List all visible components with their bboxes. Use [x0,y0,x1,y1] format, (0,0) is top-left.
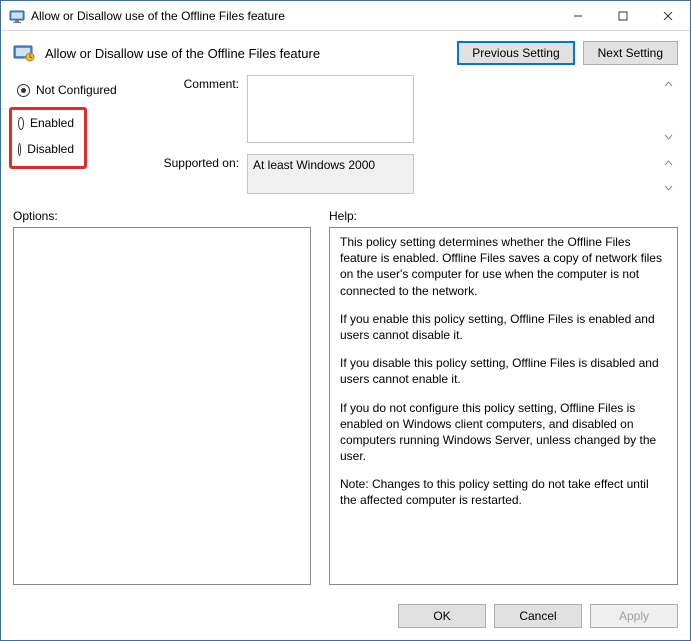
radio-enabled-label: Enabled [30,116,74,130]
policy-icon [13,42,35,64]
maximize-button[interactable] [600,1,645,30]
comment-label: Comment: [153,75,239,91]
next-setting-button[interactable]: Next Setting [583,41,678,65]
options-label: Options: [13,209,311,223]
radio-not-configured-input[interactable] [17,84,30,97]
chevron-down-icon [660,179,677,196]
help-paragraph: If you enable this policy setting, Offli… [340,311,667,343]
policy-title: Allow or Disallow use of the Offline Fil… [45,46,447,61]
close-button[interactable] [645,1,690,30]
highlight-box: Enabled Disabled [9,107,87,169]
help-paragraph: If you do not configure this policy sett… [340,400,667,465]
panels-row: This policy setting determines whether t… [1,227,690,595]
chevron-up-icon [660,76,677,93]
radio-disabled-input[interactable] [18,143,21,156]
cancel-button[interactable]: Cancel [494,604,582,628]
supported-label: Supported on: [153,154,239,170]
panel-labels: Options: Help: [1,197,690,227]
comment-field[interactable] [247,75,414,143]
window-title: Allow or Disallow use of the Offline Fil… [31,9,555,23]
dialog-window: Allow or Disallow use of the Offline Fil… [0,0,691,641]
minimize-button[interactable] [555,1,600,30]
previous-setting-button[interactable]: Previous Setting [457,41,574,65]
supported-field [247,154,414,194]
apply-button[interactable]: Apply [590,604,678,628]
radio-enabled[interactable]: Enabled [14,114,78,132]
header: Allow or Disallow use of the Offline Fil… [1,31,690,71]
titlebar: Allow or Disallow use of the Offline Fil… [1,1,690,31]
chevron-down-icon [660,128,677,145]
options-panel[interactable] [13,227,311,585]
fields-column: Comment: Supported on: [153,75,678,197]
radio-not-configured-label: Not Configured [36,83,117,97]
radio-disabled[interactable]: Disabled [14,140,78,158]
nav-buttons: Previous Setting Next Setting [457,41,678,65]
app-icon [9,8,25,24]
comment-row: Comment: [153,75,678,146]
radio-enabled-input[interactable] [18,117,24,130]
help-paragraph: Note: Changes to this policy setting do … [340,476,667,508]
help-panel[interactable]: This policy setting determines whether t… [329,227,678,585]
ok-button[interactable]: OK [398,604,486,628]
state-radio-group: Not Configured Enabled Disabled [13,75,141,197]
radio-not-configured[interactable]: Not Configured [13,81,141,99]
config-area: Not Configured Enabled Disabled Comment: [1,71,690,197]
help-label: Help: [329,209,357,223]
help-paragraph: If you disable this policy setting, Offl… [340,355,667,387]
help-paragraph: This policy setting determines whether t… [340,234,667,299]
radio-disabled-label: Disabled [27,142,74,156]
chevron-up-icon [660,155,677,172]
dialog-footer: OK Cancel Apply [1,595,690,640]
supported-row: Supported on: [153,154,678,197]
